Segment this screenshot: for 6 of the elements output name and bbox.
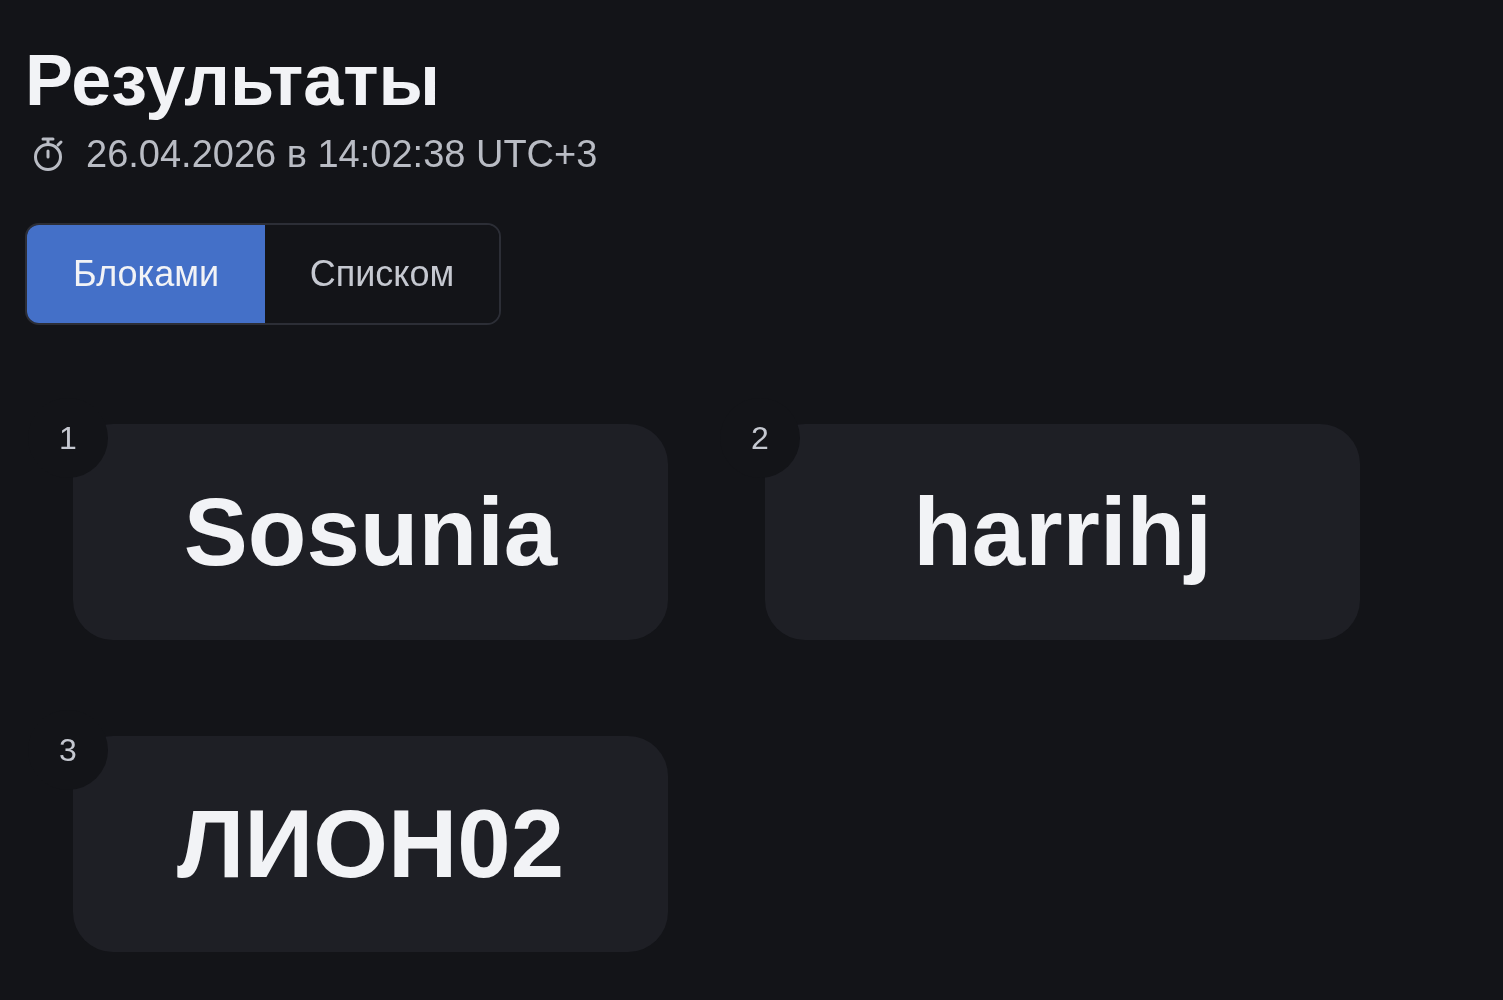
player-name: ЛИОН02 <box>176 789 565 899</box>
page-title: Результаты <box>25 40 441 120</box>
view-tab[interactable]: Блоками <box>27 225 265 323</box>
player-name: harrihj <box>913 477 1212 587</box>
player-name: Sosunia <box>183 477 558 587</box>
timestamp: 26.04.2026 в 14:02:38 UTC+3 <box>86 132 598 176</box>
